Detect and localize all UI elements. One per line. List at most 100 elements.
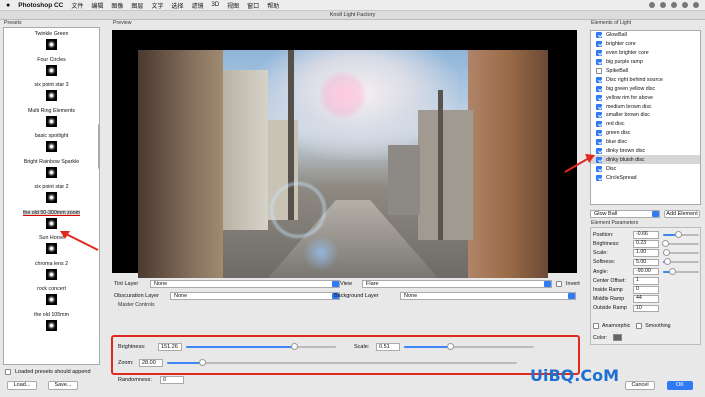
- element-checkbox[interactable]: [596, 112, 602, 119]
- ok-button[interactable]: OK: [667, 381, 693, 390]
- load-button[interactable]: Load...: [7, 381, 37, 390]
- slider-knob[interactable]: [663, 258, 671, 266]
- slider-knob[interactable]: [668, 267, 676, 275]
- menu-view[interactable]: 视图: [227, 1, 239, 10]
- preset-item[interactable]: the old 105mm: [4, 309, 99, 335]
- status-icon[interactable]: [682, 2, 688, 8]
- menu-help[interactable]: 帮助: [267, 1, 279, 10]
- element-item[interactable]: CircleSpread: [591, 173, 700, 182]
- invert-checkbox[interactable]: [556, 281, 562, 287]
- menu-select[interactable]: 选择: [171, 1, 183, 10]
- param-input[interactable]: 1.00: [633, 249, 659, 257]
- presets-scrollbar[interactable]: [98, 124, 99, 169]
- element-checkbox[interactable]: [596, 59, 602, 66]
- color-swatch[interactable]: [613, 334, 622, 341]
- param-input[interactable]: 0: [633, 286, 659, 294]
- anamorphic-checkbox[interactable]: [593, 323, 599, 329]
- status-icon[interactable]: [693, 2, 699, 8]
- preset-item[interactable]: rock concert: [4, 283, 99, 309]
- menu-file[interactable]: 文件: [71, 1, 83, 10]
- param-input[interactable]: -0.66: [633, 231, 659, 239]
- slider-knob[interactable]: [674, 230, 682, 238]
- preview-image[interactable]: [138, 50, 548, 278]
- preset-item[interactable]: Four Circles: [4, 54, 99, 80]
- element-item[interactable]: red disc: [591, 120, 700, 129]
- param-slider[interactable]: [663, 230, 699, 238]
- element-item[interactable]: medium brown disc: [591, 102, 700, 111]
- element-item[interactable]: yellow rim for above: [591, 93, 700, 102]
- element-item[interactable]: big green yellow disc: [591, 84, 700, 93]
- element-checkbox[interactable]: [596, 85, 602, 92]
- param-slider[interactable]: [663, 258, 699, 266]
- param-input[interactable]: -90.00: [633, 267, 659, 276]
- element-checkbox[interactable]: [596, 68, 602, 74]
- cancel-button[interactable]: Cancel: [625, 381, 655, 390]
- view-select[interactable]: Flare: [362, 280, 552, 288]
- menu-3d[interactable]: 3D: [211, 2, 219, 8]
- param-slider[interactable]: [662, 239, 699, 247]
- element-item[interactable]: Disc right behind source: [591, 75, 700, 84]
- randomness-input[interactable]: 0: [160, 376, 184, 384]
- save-button[interactable]: Save...: [48, 381, 78, 390]
- slider-knob[interactable]: [662, 239, 670, 247]
- menu-filter[interactable]: 滤镜: [191, 1, 203, 10]
- element-checkbox[interactable]: [596, 94, 602, 101]
- element-item[interactable]: big purple ramp: [591, 58, 700, 67]
- param-input[interactable]: 10: [633, 304, 659, 313]
- preset-item[interactable]: six point star 3: [4, 79, 99, 105]
- param-slider[interactable]: [663, 267, 699, 275]
- param-slider[interactable]: [663, 249, 699, 257]
- tint-layer-select[interactable]: None: [150, 280, 340, 288]
- obscuration-layer-select[interactable]: None: [170, 292, 340, 300]
- element-item[interactable]: dinky bluish disc: [591, 155, 700, 165]
- element-item[interactable]: brighter core: [591, 40, 700, 49]
- param-input[interactable]: 0.23: [633, 240, 659, 248]
- background-layer-select[interactable]: None: [400, 292, 576, 300]
- element-item[interactable]: blue disc: [591, 138, 700, 147]
- element-checkbox[interactable]: [596, 103, 602, 110]
- menu-image[interactable]: 图像: [111, 1, 123, 10]
- menu-edit[interactable]: 编辑: [91, 1, 103, 10]
- append-option[interactable]: Loaded presets should append: [5, 369, 91, 375]
- element-item[interactable]: dinky brown disc: [591, 147, 700, 156]
- element-item[interactable]: smaller brown disc: [591, 111, 700, 120]
- element-checkbox[interactable]: [596, 121, 602, 128]
- smoothing-checkbox[interactable]: [636, 323, 643, 329]
- apple-icon[interactable]: ●: [6, 2, 10, 9]
- preset-label: the old 105mm: [33, 311, 70, 318]
- element-checkbox[interactable]: [596, 50, 602, 57]
- element-type-select[interactable]: Glow Ball: [590, 210, 660, 218]
- menu-type[interactable]: 文字: [151, 1, 163, 10]
- preset-item[interactable]: basic spotlight: [4, 130, 99, 156]
- preset-item[interactable]: Multi Ring Elements: [4, 105, 99, 131]
- element-checkbox[interactable]: [596, 32, 602, 39]
- param-input[interactable]: 5.00: [633, 258, 659, 267]
- slider-knob[interactable]: [663, 249, 671, 257]
- menu-window[interactable]: 窗口: [247, 1, 259, 10]
- element-checkbox[interactable]: [596, 130, 602, 137]
- element-item[interactable]: SpikeBall: [591, 67, 700, 76]
- presets-list[interactable]: Twinkle Green Four Circles six point sta…: [3, 27, 100, 365]
- element-checkbox[interactable]: [596, 76, 602, 83]
- append-checkbox[interactable]: [5, 369, 11, 375]
- preset-item[interactable]: Twinkle Green: [4, 28, 99, 54]
- preset-item[interactable]: Bright Rainbow Sparkle: [4, 156, 99, 182]
- add-element-button[interactable]: Add Element: [664, 210, 700, 218]
- elements-list[interactable]: GlowBall brighter core even brighter core b…: [590, 30, 701, 205]
- status-icon[interactable]: [671, 2, 677, 8]
- element-item[interactable]: even brighter core: [591, 49, 700, 58]
- app-name[interactable]: Photoshop CC: [18, 2, 63, 9]
- element-item[interactable]: green disc: [591, 129, 700, 138]
- param-input[interactable]: 1: [633, 277, 659, 285]
- param-input[interactable]: 44: [633, 295, 659, 303]
- element-item[interactable]: Disc: [591, 164, 700, 173]
- element-item[interactable]: GlowBall: [591, 31, 700, 40]
- status-icon[interactable]: [649, 2, 655, 8]
- preset-item[interactable]: chroma lens 2: [4, 258, 99, 284]
- status-icon[interactable]: [660, 2, 666, 8]
- element-checkbox[interactable]: [596, 41, 602, 48]
- element-checkbox[interactable]: [596, 174, 602, 181]
- preset-item[interactable]: six point star 2: [4, 181, 99, 207]
- element-checkbox[interactable]: [596, 139, 602, 146]
- menu-layer[interactable]: 图层: [131, 1, 143, 10]
